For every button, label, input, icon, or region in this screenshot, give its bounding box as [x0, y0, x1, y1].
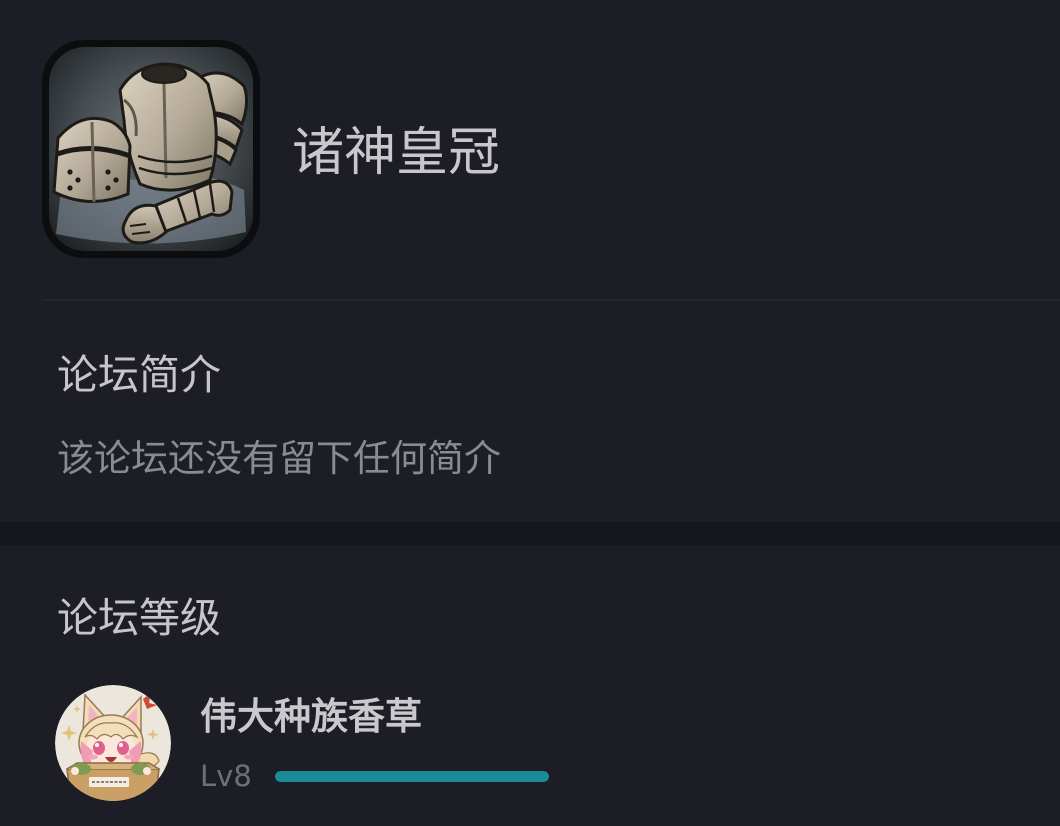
intro-text: 该论坛还没有留下任何简介 [57, 437, 501, 480]
level-label: Lv8 [200, 759, 252, 793]
breastplate [118, 62, 218, 192]
user-name: 伟大种族香草 [200, 695, 422, 738]
level-progress-bar [275, 771, 549, 782]
forum-logo [42, 40, 260, 258]
section-separator [0, 522, 1060, 545]
avatar[interactable] [55, 685, 171, 801]
user-level-row[interactable]: 伟大种族香草 Lv8 [55, 685, 575, 803]
level-heading: 论坛等级 [57, 594, 221, 642]
helmet [52, 116, 132, 204]
header-divider [42, 299, 1060, 301]
forum-title: 诸神皇冠 [292, 123, 501, 183]
level-progress-fill [275, 771, 549, 782]
intro-heading: 论坛简介 [57, 351, 221, 399]
